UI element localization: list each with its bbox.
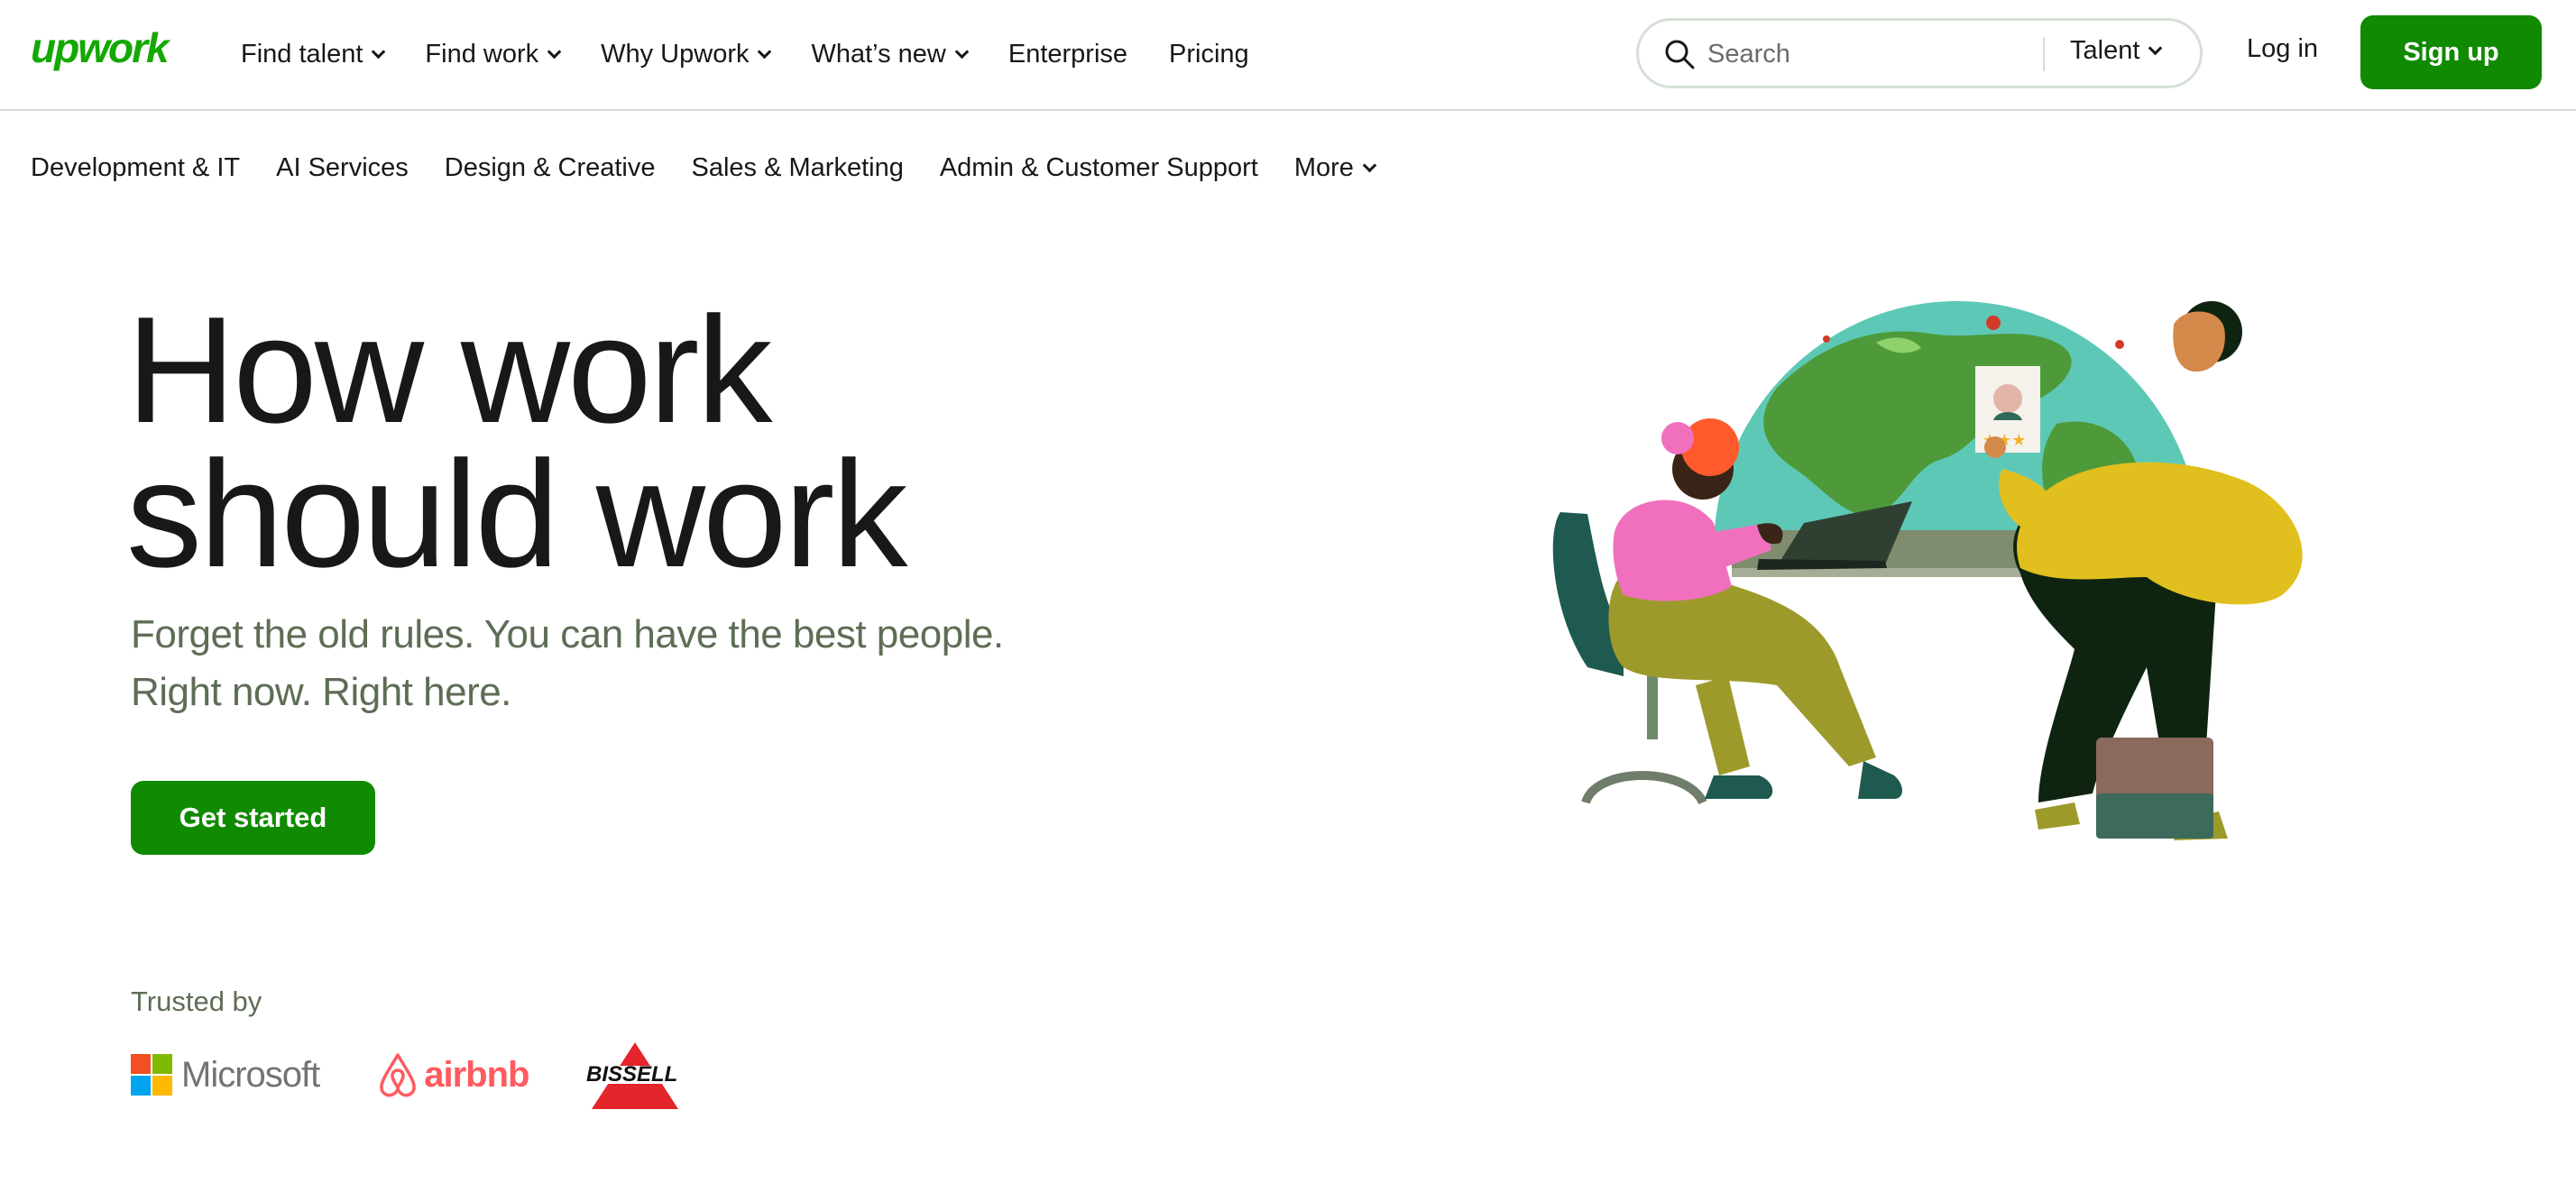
- search-scope-dropdown[interactable]: Talent: [2070, 36, 2163, 66]
- chevron-down-icon: [954, 44, 970, 59]
- category-bar: Development & IT AI Services Design & Cr…: [31, 153, 1411, 183]
- category-sales-marketing[interactable]: Sales & Marketing: [692, 153, 904, 183]
- category-development-it[interactable]: Development & IT: [31, 153, 240, 183]
- category-design-creative[interactable]: Design & Creative: [445, 153, 656, 183]
- get-started-button[interactable]: Get started: [131, 781, 375, 855]
- nav-find-work-label: Find work: [425, 39, 539, 69]
- hero-subhead-line1: Forget the old rules. You can have the b…: [131, 612, 1004, 656]
- hero-headline: How work should work: [126, 285, 1209, 599]
- microsoft-logo-text: Microsoft: [181, 1054, 320, 1095]
- category-admin-support[interactable]: Admin & Customer Support: [940, 153, 1258, 183]
- airbnb-logo: airbnb: [377, 1051, 529, 1098]
- signup-button[interactable]: Sign up: [2360, 15, 2542, 89]
- category-ai-services[interactable]: AI Services: [276, 153, 409, 183]
- nav-enterprise-label: Enterprise: [1007, 39, 1128, 69]
- search-divider: [2043, 37, 2045, 71]
- nav-find-work[interactable]: Find work: [425, 39, 562, 69]
- bissell-triangle-icon: BISSELL: [584, 1042, 686, 1109]
- hero-subhead-line2: Right now. Right here.: [131, 670, 511, 714]
- airbnb-logo-text: airbnb: [424, 1054, 529, 1095]
- nav-find-talent-label: Find talent: [241, 39, 363, 69]
- nav-why-upwork[interactable]: Why Upwork: [601, 39, 772, 69]
- upwork-logo[interactable]: upwork: [31, 23, 170, 72]
- nav-pricing[interactable]: Pricing: [1169, 40, 1249, 69]
- hero-headline-line1: How work: [126, 285, 772, 454]
- bissell-logo: BISSELL: [584, 1039, 686, 1111]
- category-more[interactable]: More: [1293, 153, 1377, 183]
- nav-enterprise[interactable]: Enterprise: [1008, 40, 1127, 69]
- chevron-down-icon: [758, 44, 772, 59]
- nav-whats-new-label: What’s new: [811, 39, 946, 69]
- search-bar: Talent: [1636, 18, 2203, 88]
- chevron-down-icon: [372, 44, 386, 59]
- nav-why-upwork-label: Why Upwork: [601, 39, 750, 69]
- nav-find-talent[interactable]: Find talent: [241, 39, 386, 69]
- trusted-by-label: Trusted by: [131, 986, 262, 1017]
- hero-headline-line2: should work: [126, 429, 907, 599]
- svg-text:BISSELL: BISSELL: [586, 1062, 677, 1087]
- nav-pricing-label: Pricing: [1169, 39, 1249, 69]
- main-nav: Find talent Find work Why Upwork What’s …: [241, 0, 1291, 108]
- trusted-logos: Microsoft airbnb BISSELL: [131, 1039, 686, 1111]
- nav-whats-new[interactable]: What’s new: [811, 39, 970, 69]
- hero-subhead: Forget the old rules. You can have the b…: [131, 606, 1213, 721]
- chevron-down-icon: [547, 44, 562, 59]
- top-header: upwork Find talent Find work Why Upwork …: [0, 0, 2576, 111]
- microsoft-grid-icon: [131, 1054, 172, 1096]
- hero-illustration: ★★★: [1552, 301, 2303, 840]
- airbnb-belo-icon: [380, 1053, 417, 1097]
- chevron-down-icon: [2148, 41, 2163, 56]
- login-link[interactable]: Log in: [2247, 34, 2318, 64]
- search-icon[interactable]: [1664, 39, 1695, 69]
- profile-card-graphic: ★★★: [1975, 366, 2040, 458]
- chevron-down-icon: [1362, 158, 1377, 173]
- microsoft-logo: Microsoft: [131, 1054, 320, 1096]
- search-scope-label: Talent: [2070, 36, 2140, 65]
- category-more-label: More: [1293, 153, 1354, 182]
- search-input[interactable]: [1707, 37, 2050, 71]
